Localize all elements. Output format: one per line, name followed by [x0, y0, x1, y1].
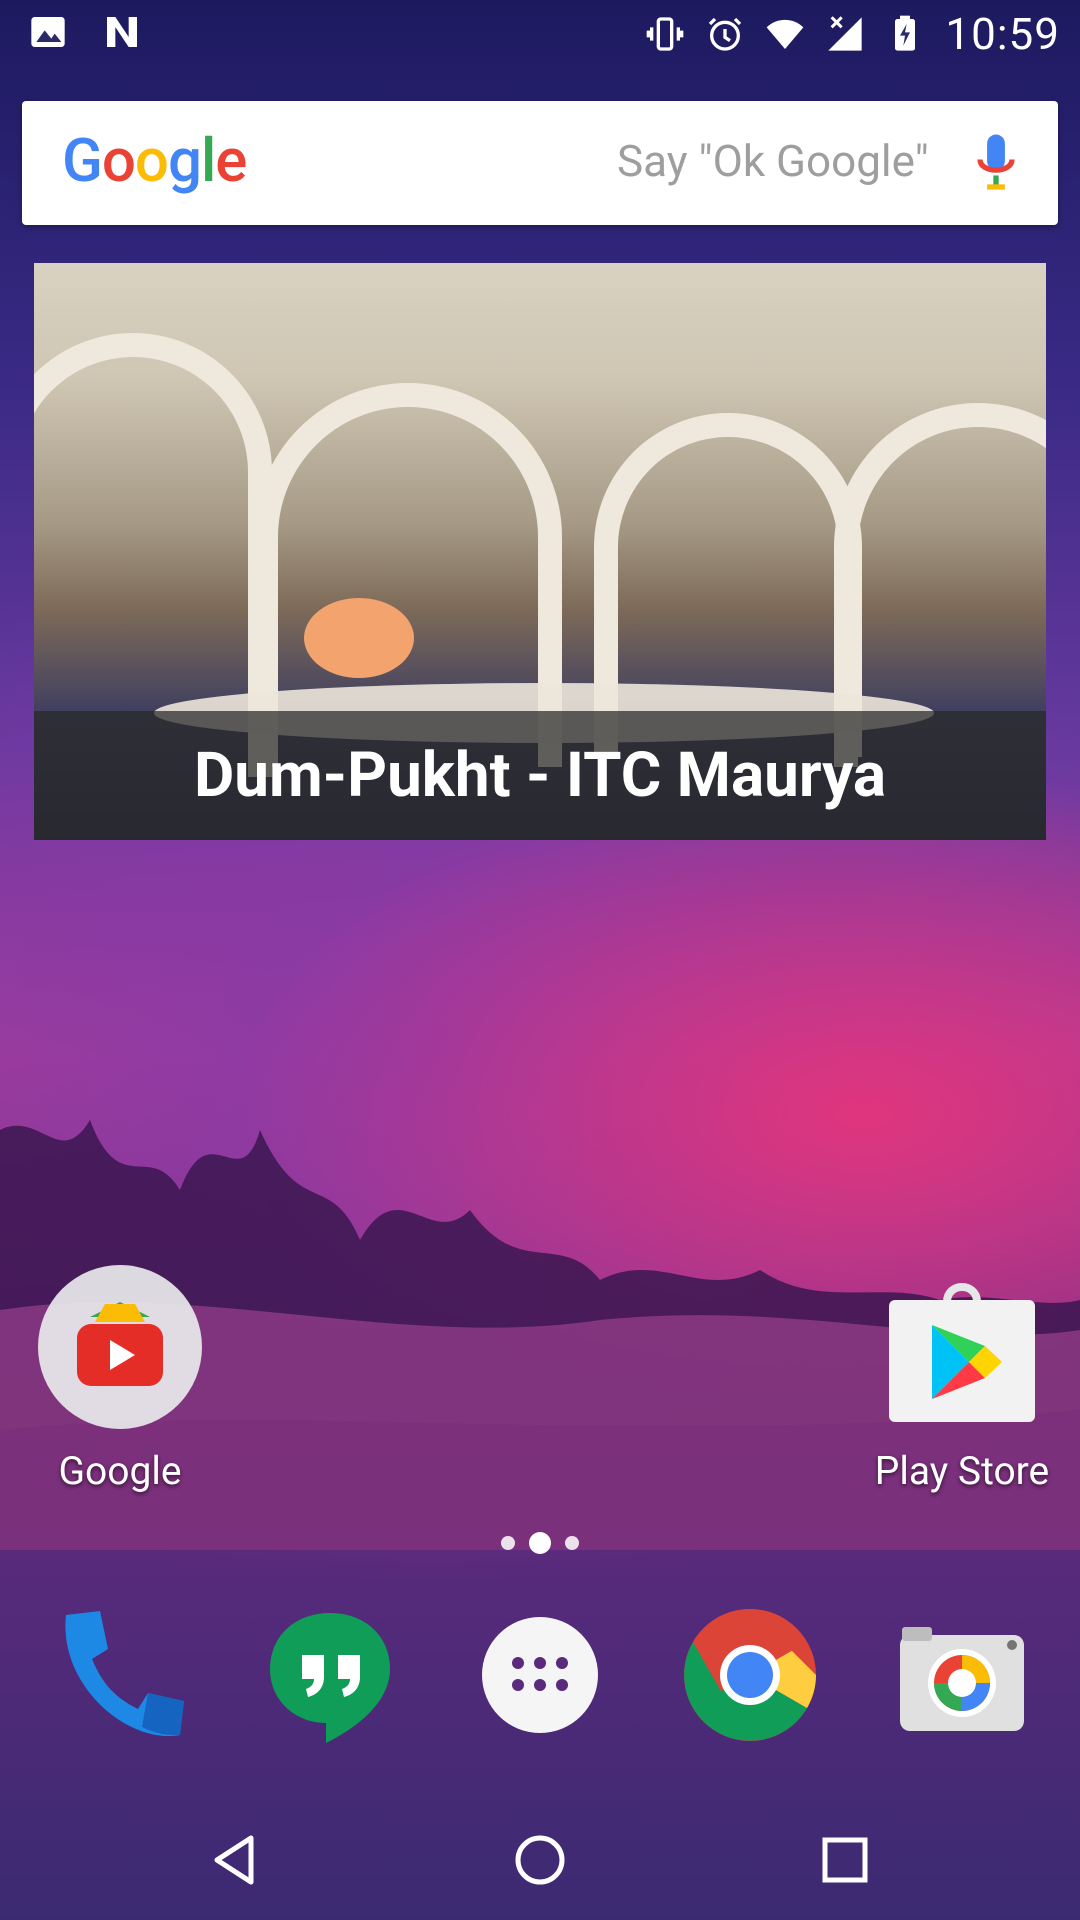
- gallery-notification-icon: [31, 17, 65, 47]
- play-store-icon: [889, 1283, 1035, 1422]
- clock: 10:59: [945, 8, 1060, 60]
- widget-caption: Dum-Pukht - ITC Maurya: [34, 711, 1046, 840]
- microphone-icon[interactable]: [974, 131, 1018, 195]
- chrome-icon[interactable]: [680, 1605, 820, 1745]
- home-icon[interactable]: [510, 1830, 570, 1890]
- page-dot-active[interactable]: [529, 1532, 551, 1554]
- status-bar: 10:59: [0, 0, 1080, 64]
- page-dot[interactable]: [565, 1536, 579, 1550]
- play-store-app[interactable]: Play Store: [872, 1262, 1052, 1494]
- recents-icon[interactable]: [815, 1830, 875, 1890]
- widget-photo-flowers: [304, 598, 414, 678]
- signal-icon: [828, 16, 863, 51]
- page-dot[interactable]: [501, 1536, 515, 1550]
- app-label: Play Store: [874, 1448, 1050, 1494]
- camera-icon[interactable]: [892, 1605, 1032, 1745]
- n-notification-icon: [107, 17, 137, 47]
- back-icon[interactable]: [205, 1830, 265, 1890]
- google-folder[interactable]: Google: [30, 1262, 210, 1494]
- google-search-bar[interactable]: Google Say "Ok Google": [22, 101, 1058, 225]
- google-logo: Google: [62, 125, 247, 196]
- app-drawer-icon[interactable]: [470, 1605, 610, 1745]
- hangouts-icon[interactable]: [260, 1605, 400, 1745]
- google-folder-icon: [38, 1265, 202, 1429]
- photo-widget[interactable]: Dum-Pukht - ITC Maurya: [34, 263, 1046, 840]
- navigation-bar: [0, 1800, 1080, 1920]
- battery-charging-icon: [895, 15, 916, 51]
- page-indicator[interactable]: [0, 1532, 1080, 1554]
- wifi-icon: [767, 19, 804, 49]
- phone-icon[interactable]: [48, 1605, 188, 1745]
- app-label: Google: [58, 1448, 182, 1494]
- search-hint: Say "Ok Google": [617, 135, 929, 187]
- alarm-icon: [709, 17, 742, 51]
- vibrate-icon: [647, 17, 684, 51]
- dock: [0, 1605, 1080, 1755]
